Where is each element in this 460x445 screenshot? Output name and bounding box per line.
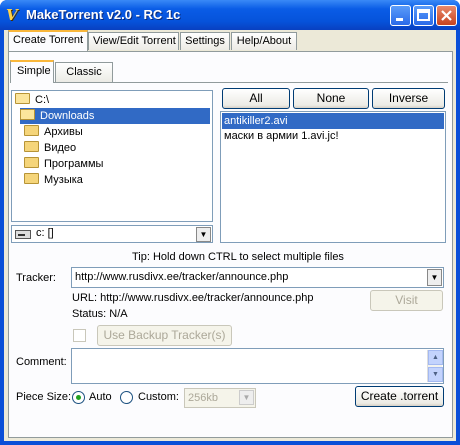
tree-item-label: C:\ [35, 94, 50, 106]
comment-textarea[interactable]: ▲ ▼ [71, 348, 444, 384]
use-backup-trackers-button[interactable]: Use Backup Tracker(s) [97, 325, 232, 346]
tree-item-downloads[interactable]: Downloads [20, 108, 210, 124]
select-all-button[interactable]: All [222, 88, 290, 109]
subtab-classic[interactable]: Classic [55, 62, 113, 82]
title-bar[interactable]: V MakeTorrent v2.0 - RC 1c [0, 0, 460, 30]
visit-button[interactable]: Visit [370, 290, 443, 311]
tracker-select-value: http://www.rusdivx.ee/tracker/announce.p… [75, 271, 289, 283]
scroll-up-icon[interactable]: ▲ [428, 350, 443, 365]
chevron-down-icon[interactable]: ▼ [196, 227, 211, 242]
auto-label: Auto [89, 391, 112, 403]
folder-tree[interactable]: C:\ Downloads Архивы Видео Программы Муз… [11, 90, 213, 222]
chevron-down-icon[interactable]: ▼ [239, 390, 254, 405]
tree-item-label: Музыка [44, 174, 83, 186]
file-list[interactable]: antikiller2.avi маски в армии 1.avi.jc! [220, 111, 446, 243]
folder-icon [24, 157, 39, 168]
drive-select-value: c: [] [36, 227, 54, 239]
tab-create-torrent[interactable]: Create Torrent [8, 30, 88, 51]
tree-item-programs[interactable]: Программы [24, 156, 103, 172]
tab-help-about[interactable]: Help/About [231, 32, 297, 50]
drive-select[interactable]: c: [] ▼ [11, 225, 213, 243]
tree-item-music[interactable]: Музыка [24, 172, 83, 188]
custom-label: Custom: [138, 391, 179, 403]
window-client-area: Create Torrent View/Edit Torrent Setting… [4, 30, 456, 441]
tree-item-label: Программы [44, 158, 104, 170]
drive-icon [15, 230, 31, 239]
tracker-label: Tracker: [16, 272, 56, 284]
tab-label: Help/About [236, 35, 292, 47]
radio-selected-dot [76, 395, 81, 400]
file-item[interactable]: маски в армии 1.avi.jc! [222, 128, 339, 144]
file-item[interactable]: antikiller2.avi [222, 113, 444, 129]
custom-piece-size-value: 256kb [188, 392, 218, 404]
window-title: MakeTorrent v2.0 - RC 1c [26, 7, 181, 22]
tab-label: Create Torrent [13, 34, 84, 46]
piece-size-label: Piece Size: [16, 391, 72, 403]
maximize-button[interactable] [413, 5, 434, 26]
app-icon: V [6, 6, 18, 24]
folder-icon [24, 125, 39, 136]
tip-text: Tip: Hold down CTRL to select multiple f… [132, 251, 344, 263]
comment-scrollbar[interactable]: ▲ ▼ [427, 350, 443, 382]
create-torrent-button[interactable]: Create .torrent [355, 386, 444, 407]
tracker-url-text: URL: http://www.rusdivx.ee/tracker/annou… [72, 292, 314, 304]
minimize-icon [396, 18, 403, 21]
tab-settings[interactable]: Settings [180, 32, 230, 50]
folder-icon [24, 141, 39, 152]
tab-view-edit-torrent[interactable]: View/Edit Torrent [88, 32, 179, 50]
tree-item-archives[interactable]: Архивы [24, 124, 83, 140]
close-icon [441, 10, 452, 21]
tree-item-label: Архивы [44, 126, 83, 138]
tree-item-label: Downloads [40, 110, 95, 122]
subtab-label: Classic [66, 66, 102, 78]
subpanel-divider [10, 82, 448, 83]
tracker-status-text: Status: N/A [72, 308, 128, 320]
subtab-simple[interactable]: Simple [10, 60, 54, 83]
maximize-icon [417, 9, 430, 21]
folder-open-icon [20, 109, 35, 120]
piece-size-auto-radio[interactable] [72, 391, 85, 404]
tab-label: View/Edit Torrent [93, 35, 176, 47]
scroll-down-icon[interactable]: ▼ [428, 367, 443, 382]
tree-item-drive[interactable]: C:\ [15, 92, 49, 108]
comment-label: Comment: [16, 356, 67, 368]
custom-piece-size-select[interactable]: 256kb ▼ [184, 388, 256, 408]
tree-item-label: Видео [44, 142, 77, 154]
minimize-button[interactable] [390, 5, 411, 26]
tree-item-video[interactable]: Видео [24, 140, 76, 156]
subtab-label: Simple [17, 65, 51, 77]
piece-size-custom-radio[interactable] [120, 391, 133, 404]
backup-tracker-checkbox[interactable] [73, 329, 86, 342]
tab-label: Settings [185, 35, 225, 47]
folder-open-icon [15, 93, 30, 104]
close-button[interactable] [436, 5, 457, 26]
chevron-down-icon[interactable]: ▼ [427, 269, 442, 286]
select-none-button[interactable]: None [293, 88, 369, 109]
tracker-select[interactable]: http://www.rusdivx.ee/tracker/announce.p… [71, 267, 444, 288]
folder-icon [24, 173, 39, 184]
select-inverse-button[interactable]: Inverse [372, 88, 445, 109]
main-window: V MakeTorrent v2.0 - RC 1c Create Torren… [0, 0, 460, 445]
